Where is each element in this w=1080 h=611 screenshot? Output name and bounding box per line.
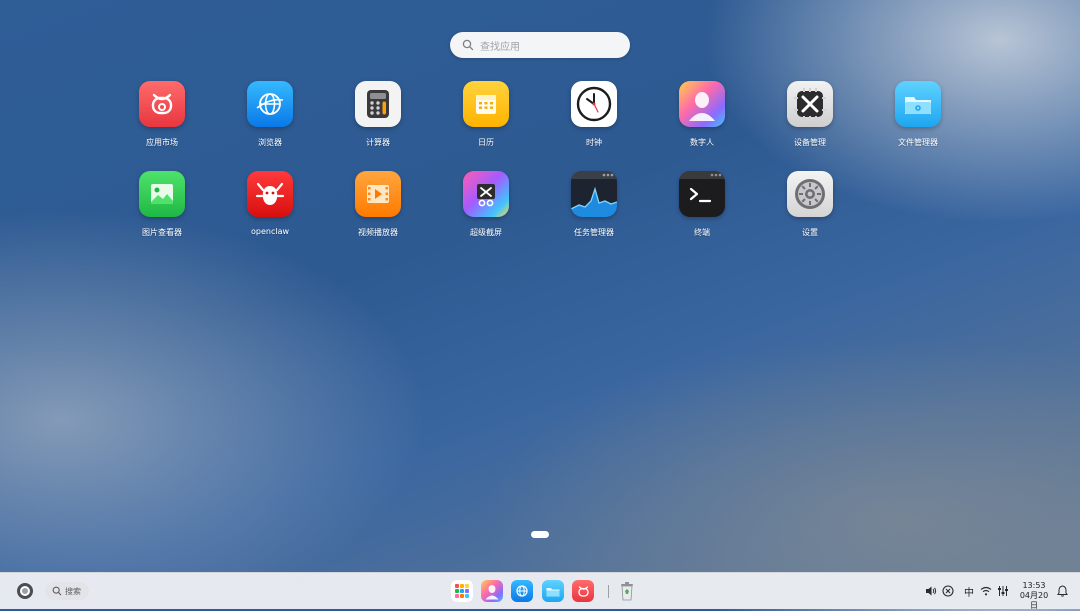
- video-player-icon: [355, 171, 401, 217]
- taskbar: 搜索 中 13:53 04月20日: [0, 572, 1080, 611]
- file-manager-icon: [546, 587, 560, 596]
- device-manager-icon: [787, 81, 833, 127]
- app-item-calculator[interactable]: 计算器: [328, 81, 428, 148]
- app-market-icon: [577, 585, 589, 597]
- image-viewer-icon: [139, 171, 185, 217]
- terminal-icon: [679, 171, 725, 217]
- app-search-input[interactable]: 查找应用: [450, 32, 630, 58]
- calculator-icon: [355, 81, 401, 127]
- taskbar-search-label: 搜索: [65, 586, 81, 596]
- app-item-openclaw[interactable]: openclaw: [220, 171, 320, 236]
- app-label: 数字人: [690, 138, 714, 147]
- app-label: 浏览器: [258, 138, 282, 147]
- app-item-image-viewer[interactable]: 图片查看器: [112, 171, 212, 238]
- input-method-label: 中: [964, 587, 974, 599]
- dock-trash[interactable]: [616, 580, 638, 602]
- dock-browser[interactable]: [511, 580, 533, 602]
- app-item-settings[interactable]: 设置: [760, 171, 860, 238]
- dock-launcher[interactable]: [451, 580, 473, 602]
- app-item-browser[interactable]: 浏览器: [220, 81, 320, 148]
- app-label: 图片查看器: [142, 228, 182, 237]
- control-center-button[interactable]: [996, 583, 1010, 599]
- file-manager-icon: [895, 81, 941, 127]
- calendar-icon: [463, 81, 509, 127]
- app-label: openclaw: [250, 227, 290, 236]
- digital-human-icon: [679, 81, 725, 127]
- dock-file-manager[interactable]: [542, 580, 564, 602]
- bell-icon: [1056, 585, 1068, 597]
- start-logo-icon: [17, 583, 33, 599]
- app-label: 设备管理: [794, 138, 826, 147]
- app-item-terminal[interactable]: 终端: [652, 171, 752, 238]
- app-label: 终端: [694, 228, 710, 237]
- app-item-app-market[interactable]: 应用市场: [112, 81, 212, 148]
- volume-icon: [926, 586, 937, 596]
- app-item-clock[interactable]: 时钟: [544, 81, 644, 148]
- accessibility-button[interactable]: [941, 583, 955, 599]
- app-label: 超级截屏: [470, 228, 502, 237]
- taskbar-clock[interactable]: 13:53 04月20日: [1016, 581, 1052, 611]
- dock-app-market[interactable]: [572, 580, 594, 602]
- wifi-button[interactable]: [979, 583, 993, 599]
- app-label: 时钟: [586, 138, 602, 147]
- sliders-icon: [998, 586, 1008, 596]
- page-indicator[interactable]: [531, 531, 549, 538]
- clock-date: 04月20日: [1019, 591, 1049, 610]
- dock-digital-human[interactable]: [481, 580, 503, 602]
- app-item-task-manager[interactable]: 任务管理器: [544, 171, 644, 238]
- app-item-file-manager[interactable]: 文件管理器: [868, 81, 968, 148]
- trash-icon: [621, 582, 633, 601]
- taskbar-search-input[interactable]: 搜索: [45, 582, 89, 600]
- app-label: 应用市场: [146, 138, 178, 147]
- app-item-device-manager[interactable]: 设备管理: [760, 81, 860, 148]
- start-menu-button[interactable]: [16, 582, 34, 600]
- volume-button[interactable]: [924, 583, 938, 599]
- input-method-button[interactable]: 中: [962, 583, 976, 599]
- app-label: 视频播放器: [358, 228, 398, 237]
- digital-human-icon: [485, 585, 499, 600]
- search-icon: [52, 586, 62, 596]
- app-item-video-player[interactable]: 视频播放器: [328, 171, 428, 238]
- screenshot-icon: [463, 171, 509, 217]
- app-label: 文件管理器: [898, 138, 938, 147]
- launcher-icon: [455, 584, 469, 598]
- settings-icon: [787, 171, 833, 217]
- notification-button[interactable]: [1055, 583, 1069, 599]
- wifi-icon: [980, 586, 992, 596]
- app-label: 设置: [802, 228, 818, 237]
- task-manager-icon: [571, 171, 617, 217]
- search-placeholder: 查找应用: [480, 41, 520, 53]
- browser-icon: [516, 585, 528, 597]
- openclaw-icon: [247, 171, 293, 217]
- app-item-calendar[interactable]: 日历: [436, 81, 536, 148]
- app-item-digital-human[interactable]: 数字人: [652, 81, 752, 148]
- clock-icon: [571, 81, 617, 127]
- app-label: 计算器: [366, 138, 390, 147]
- status-circle-icon: [942, 585, 954, 597]
- app-item-screenshot[interactable]: 超级截屏: [436, 171, 536, 238]
- browser-icon: [247, 81, 293, 127]
- search-icon: [462, 39, 474, 51]
- dock-separator: [608, 585, 609, 598]
- app-label: 日历: [478, 138, 494, 147]
- app-market-icon: [139, 81, 185, 127]
- app-label: 任务管理器: [574, 228, 614, 237]
- clock-time: 13:53: [1022, 581, 1046, 590]
